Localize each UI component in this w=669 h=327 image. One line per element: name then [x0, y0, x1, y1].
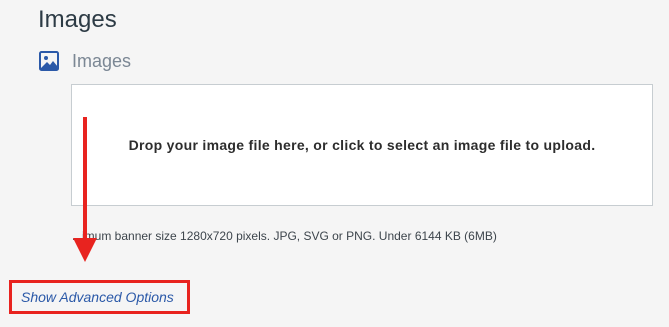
banner-size-hint: ...imum banner size 1280x720 pixels. JPG…	[72, 229, 497, 243]
image-upload-dropzone[interactable]: Drop your image file here, or click to s…	[71, 84, 653, 206]
section-title: Images	[38, 6, 117, 33]
images-field-label: Images	[72, 50, 132, 71]
images-field-label-row: Images	[38, 50, 131, 72]
image-icon	[38, 50, 60, 72]
show-advanced-options-link[interactable]: Show Advanced Options	[21, 289, 174, 305]
dropzone-instructions: Drop your image file here, or click to s…	[128, 137, 596, 153]
